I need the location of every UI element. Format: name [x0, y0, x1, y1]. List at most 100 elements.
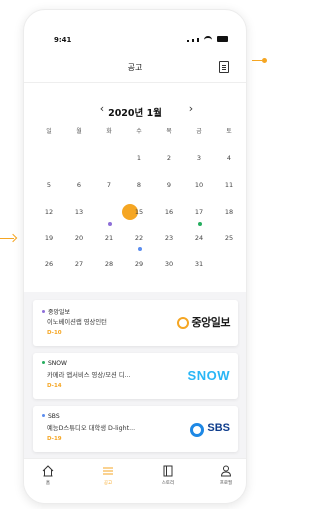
callout-line: [252, 60, 262, 61]
calendar-day[interactable]: 8: [124, 181, 154, 189]
joongang-logo-text: 중앙일보: [191, 316, 231, 329]
calendar-day[interactable]: 17: [184, 208, 214, 216]
job-card[interactable]: 중앙일보 이노베이션랩 영상인턴 D-10 중앙일보: [33, 300, 238, 346]
profile-icon: [220, 465, 232, 477]
bullet-icon: [42, 361, 45, 364]
signal-icon: [187, 40, 189, 42]
sbs-logo: SBS: [190, 419, 230, 437]
card-source: SBS: [42, 413, 60, 420]
calendar-day[interactable]: 29: [124, 260, 154, 268]
signal-icon: [192, 39, 194, 42]
month-label: 2020년 1월: [108, 108, 162, 119]
event-dot: [108, 222, 112, 226]
arrow-head-icon: [8, 233, 18, 243]
month-navigation: ‹ 2020년 1월 ›: [24, 101, 246, 119]
card-source-label: 중앙일보: [48, 309, 71, 316]
calendar-day[interactable]: 1: [124, 154, 154, 162]
weekday-label: 수: [136, 128, 142, 135]
calendar-day[interactable]: 23: [154, 234, 184, 242]
joongang-logo: 중앙일보: [176, 313, 231, 331]
calendar-day[interactable]: 31: [184, 260, 214, 268]
story-icon: [163, 465, 173, 477]
calendar-day[interactable]: 16: [154, 208, 184, 216]
header-divider: [24, 82, 246, 83]
phone-frame: 9:41 공고 ‹ 2020년 1월 › 일 월 화 수 목 금 토 1 2 3…: [23, 9, 247, 504]
calendar-day[interactable]: 21: [94, 234, 124, 242]
calendar-day[interactable]: 24: [184, 234, 214, 242]
weekday-label: 금: [196, 128, 202, 135]
calendar-day[interactable]: 15: [124, 208, 154, 216]
status-icons: [187, 36, 228, 42]
tab-label: 프로필: [219, 481, 233, 486]
calendar-day[interactable]: 7: [94, 181, 124, 189]
card-dday: D-10: [47, 330, 62, 336]
bullet-icon: [42, 414, 45, 417]
card-source: 중앙일보: [42, 307, 70, 316]
page-header: 공고: [24, 58, 246, 78]
calendar-day[interactable]: 30: [154, 260, 184, 268]
calendar-day[interactable]: 9: [154, 181, 184, 189]
calendar-day[interactable]: 19: [34, 234, 64, 242]
card-title: 카메라 앱서비스 영상/모션 디...: [47, 372, 131, 379]
calendar-day-today[interactable]: 14: [94, 208, 124, 216]
event-dot: [198, 222, 202, 226]
calendar-day[interactable]: 18: [214, 208, 244, 216]
snow-logo-text: SNOW: [187, 367, 230, 383]
weekday-label: 토: [226, 128, 232, 135]
tab-label: 공고: [103, 481, 113, 486]
status-time: 9:41: [54, 36, 72, 44]
job-card[interactable]: SBS 예능D스튜디오 대학생 D-light... D-19 SBS: [33, 406, 238, 452]
weekday-label: 화: [106, 128, 112, 135]
card-dday: D-19: [47, 436, 62, 442]
calendar-day[interactable]: 4: [214, 154, 244, 162]
card-source-label: SNOW: [48, 360, 67, 367]
card-title: 예능D스튜디오 대학생 D-light...: [47, 425, 136, 432]
calendar-day[interactable]: 2: [154, 154, 184, 162]
callout-dot: [262, 58, 267, 63]
job-card[interactable]: SNOW 카메라 앱서비스 영상/모션 디... D-14 SNOW: [33, 353, 238, 399]
menu-icon[interactable]: [219, 61, 229, 73]
calendar-day[interactable]: 28: [94, 260, 124, 268]
tab-label: 홈: [45, 481, 51, 486]
card-dday: D-14: [47, 383, 62, 389]
calendar-day[interactable]: 3: [184, 154, 214, 162]
calendar-day[interactable]: 22: [124, 234, 154, 242]
calendar-day[interactable]: 27: [64, 260, 94, 268]
calendar-day[interactable]: 6: [64, 181, 94, 189]
calendar-day[interactable]: 25: [214, 234, 244, 242]
snow-logo: SNOW: [188, 366, 230, 384]
tab-label: 스토리: [161, 481, 175, 486]
weekday-label: 일: [46, 128, 52, 135]
status-bar: 9:41: [24, 10, 246, 50]
wifi-icon: [204, 36, 212, 42]
tab-story[interactable]: 스토리: [148, 465, 188, 486]
calendar-day[interactable]: 10: [184, 181, 214, 189]
home-icon: [42, 465, 54, 477]
tab-home[interactable]: 홈: [28, 465, 68, 486]
prev-month-button[interactable]: ‹: [95, 101, 109, 117]
card-source: SNOW: [42, 360, 67, 367]
tab-bar: 홈 공고 스토리 프로필: [24, 458, 246, 503]
weekday-label: 목: [166, 128, 172, 135]
signal-icon: [197, 38, 199, 42]
sbs-mark-icon: [190, 423, 205, 437]
joongang-mark-icon: [176, 317, 189, 329]
calendar-day[interactable]: 5: [34, 181, 64, 189]
battery-icon: [217, 36, 228, 42]
calendar-day[interactable]: 26: [34, 260, 64, 268]
card-source-label: SBS: [48, 413, 60, 420]
tab-notices[interactable]: 공고: [88, 465, 128, 486]
sbs-logo-text: SBS: [207, 422, 230, 434]
bullet-icon: [42, 310, 45, 313]
list-icon: [103, 467, 113, 475]
tab-profile[interactable]: 프로필: [206, 465, 246, 486]
next-month-button[interactable]: ›: [184, 101, 198, 117]
calendar-day[interactable]: 13: [64, 208, 94, 216]
page-title: 공고: [127, 63, 143, 72]
calendar-day[interactable]: 20: [64, 234, 94, 242]
weekday-label: 월: [76, 128, 82, 135]
card-title: 이노베이션랩 영상인턴: [47, 319, 107, 326]
calendar-day[interactable]: 11: [214, 181, 244, 189]
calendar-day[interactable]: 12: [34, 208, 64, 216]
event-dot: [138, 247, 142, 251]
